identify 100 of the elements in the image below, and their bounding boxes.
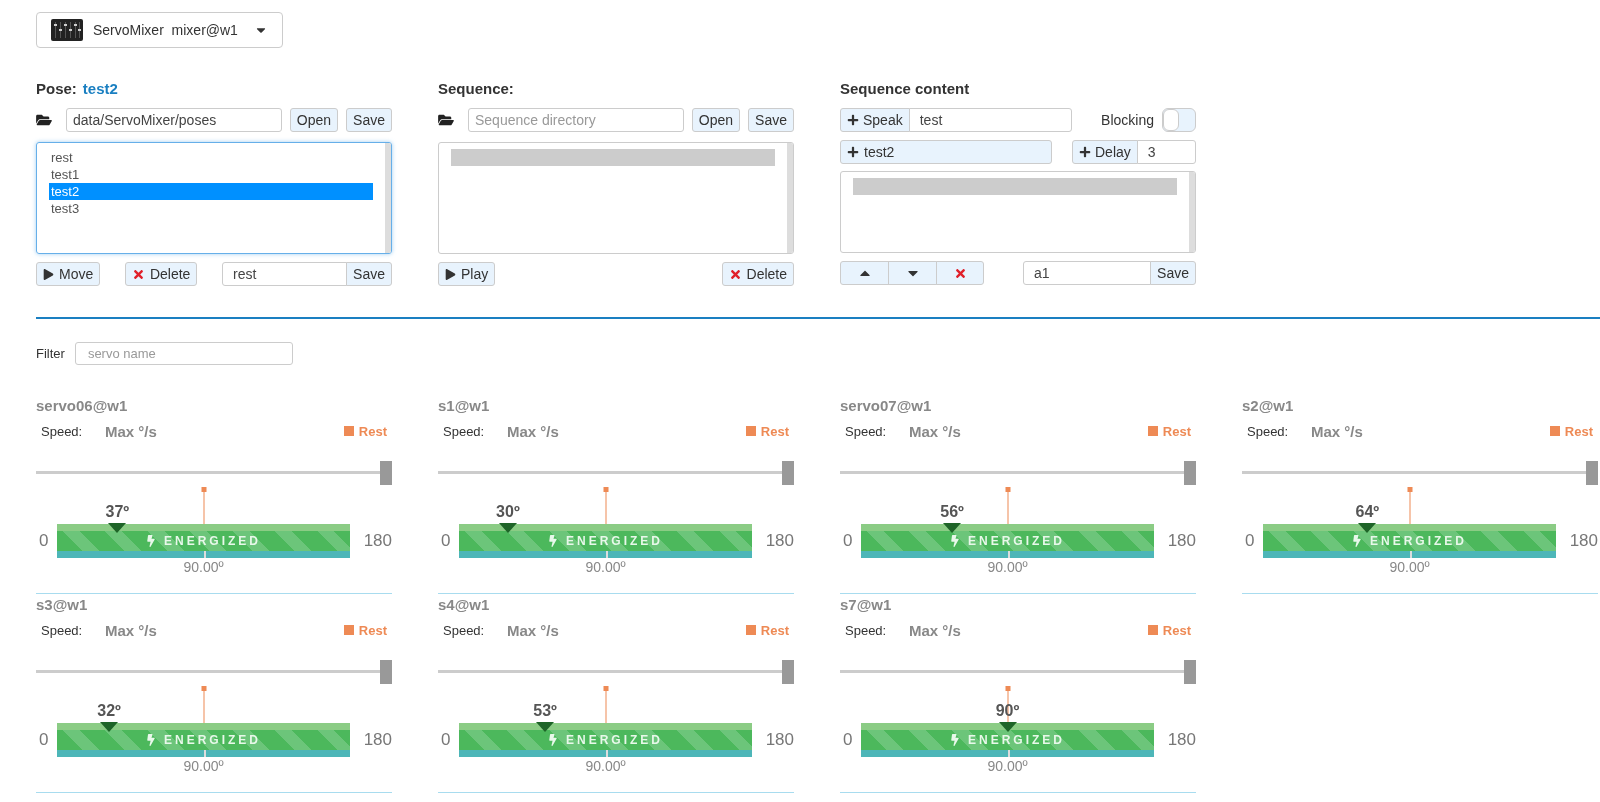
speed-value: Max °/s <box>507 422 560 440</box>
servo-name: servo06@w1 <box>36 397 129 415</box>
move-button[interactable]: Move <box>36 262 101 286</box>
slider-thumb[interactable] <box>1184 461 1196 485</box>
save-button[interactable]: Save <box>346 262 392 286</box>
blocking-label: Blocking <box>1101 112 1154 128</box>
angle-value: 56º <box>940 503 964 521</box>
center-angle: 90.00º <box>584 758 627 774</box>
pose-list[interactable]: rest test1 test2 test3 <box>36 142 392 254</box>
delay-button[interactable]: Delay <box>1072 140 1138 164</box>
sequence-list[interactable] <box>438 142 794 254</box>
servo-name: s4@w1 <box>438 596 491 614</box>
bolt-icon <box>1352 535 1362 547</box>
bolt-icon <box>146 535 156 547</box>
speed-label: Speed: <box>1247 423 1290 439</box>
directory-field[interactable]: data/ServoMixer/poses <box>66 108 282 132</box>
bolt-icon <box>146 734 156 746</box>
folder-icon <box>438 113 454 127</box>
play-icon <box>43 268 54 280</box>
bolt-icon <box>950 734 960 746</box>
pose-item[interactable]: test3 <box>49 200 373 217</box>
add-pose-button[interactable]: test2 <box>840 140 1052 164</box>
rest-marker <box>1406 487 1413 524</box>
remove-button[interactable] <box>936 261 984 285</box>
slider-thumb[interactable] <box>380 461 392 485</box>
plus-icon <box>1079 146 1091 158</box>
speak-button[interactable]: Speak <box>840 108 910 132</box>
pose-name-field[interactable]: rest <box>222 262 348 286</box>
move-down-button[interactable] <box>888 261 937 285</box>
sequence-label: Sequence: <box>438 79 514 97</box>
center-angle: 90.00º <box>1388 559 1431 575</box>
save-button[interactable]: Save <box>1150 261 1196 285</box>
save-button[interactable]: Save <box>748 108 794 132</box>
angle-value: 37º <box>105 503 130 521</box>
app-selector[interactable]: ServoMixer mixer@w1 <box>36 12 283 48</box>
blocking-toggle[interactable] <box>1162 108 1196 132</box>
max-label: 180 <box>764 730 794 750</box>
center-angle: 90.00º <box>986 758 1029 774</box>
speed-value: Max °/s <box>507 621 560 639</box>
play-icon <box>445 268 456 280</box>
max-label: 180 <box>362 531 392 551</box>
filter-label: Filter <box>36 346 65 361</box>
content-list[interactable] <box>840 171 1196 253</box>
play-button[interactable]: Play <box>438 262 496 286</box>
max-label: 180 <box>362 730 392 750</box>
plus-icon <box>847 114 859 126</box>
open-button[interactable]: Open <box>289 108 339 132</box>
center-angle: 90.00º <box>986 559 1029 575</box>
center-angle: 90.00º <box>182 758 225 774</box>
status-text: ENERGIZED <box>566 733 663 747</box>
speed-label: Speed: <box>443 423 486 439</box>
slider-thumb[interactable] <box>782 660 794 684</box>
center-angle: 90.00º <box>182 559 225 575</box>
status-text: ENERGIZED <box>968 534 1065 548</box>
move-up-button[interactable] <box>840 261 889 285</box>
rest-marker <box>602 686 609 723</box>
rest-marker <box>200 487 207 524</box>
pose-label: Pose: <box>36 79 77 97</box>
max-label: 180 <box>1166 531 1196 551</box>
slider-thumb[interactable] <box>380 660 392 684</box>
slider-thumb[interactable] <box>1184 660 1196 684</box>
speed-value: Max °/s <box>105 621 158 639</box>
min-label: 0 <box>38 730 50 750</box>
open-button[interactable]: Open <box>691 108 741 132</box>
current-pose: test2 <box>82 79 118 97</box>
delete-button[interactable]: Delete <box>124 262 198 286</box>
servo-name: s7@w1 <box>840 596 893 614</box>
save-button[interactable]: Save <box>346 108 392 132</box>
slider-thumb[interactable] <box>782 461 794 485</box>
pose-item[interactable]: test1 <box>49 166 373 183</box>
servo-name: servo07@w1 <box>840 397 933 415</box>
speed-value: Max °/s <box>105 422 158 440</box>
servo-name: s1@w1 <box>438 397 491 415</box>
angle-value: 30º <box>496 503 520 521</box>
speed-label: Speed: <box>845 423 888 439</box>
sequence-content-label: Sequence content <box>840 79 970 97</box>
sequence-name-field[interactable]: a1 <box>1023 261 1152 285</box>
max-label: 180 <box>764 531 794 551</box>
slider-thumb[interactable] <box>1586 461 1598 485</box>
status-text: ENERGIZED <box>968 733 1065 747</box>
speed-value: Max °/s <box>1311 422 1364 440</box>
close-icon <box>953 266 967 280</box>
status-text: ENERGIZED <box>164 733 261 747</box>
min-label: 0 <box>842 730 854 750</box>
pose-item[interactable]: rest <box>49 149 373 166</box>
directory-field[interactable]: Sequence directory <box>468 108 684 132</box>
delete-button[interactable]: Delete <box>721 262 794 286</box>
speed-label: Speed: <box>443 622 486 638</box>
speak-field[interactable]: test <box>908 108 1072 132</box>
angle-value: 90º <box>995 702 1020 720</box>
delay-field[interactable]: 3 <box>1136 140 1196 164</box>
mixer-logo-icon <box>51 19 83 41</box>
filter-field[interactable]: servo name <box>74 342 293 365</box>
servo-name: s2@w1 <box>1242 397 1295 415</box>
status-text: ENERGIZED <box>566 534 663 548</box>
close-icon <box>728 267 742 281</box>
plus-icon <box>847 146 859 158</box>
speed-label: Speed: <box>41 622 84 638</box>
center-angle: 90.00º <box>584 559 627 575</box>
max-label: 180 <box>1568 531 1598 551</box>
